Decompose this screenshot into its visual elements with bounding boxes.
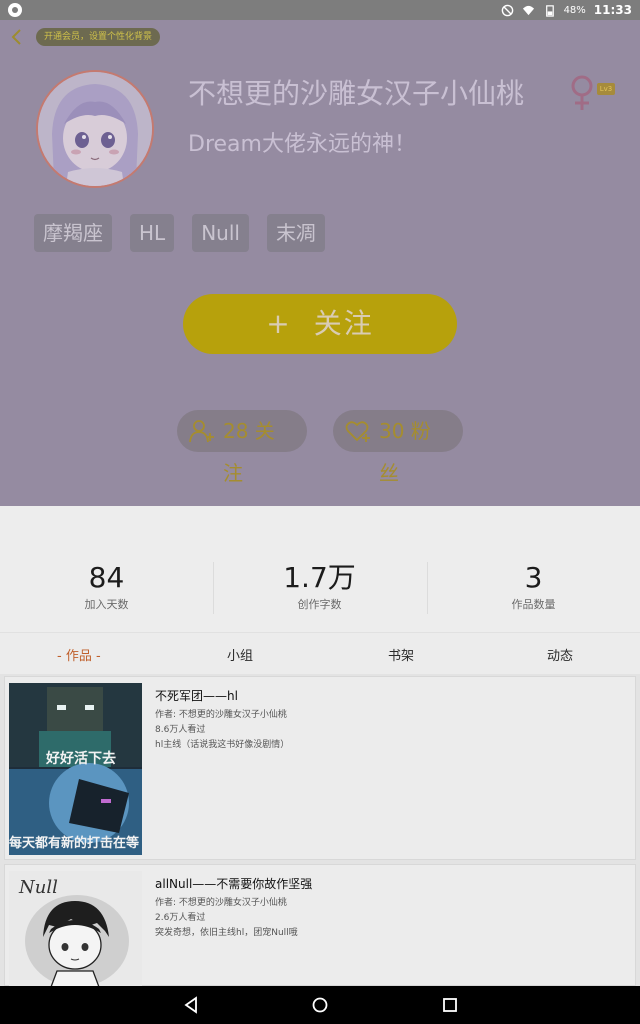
cover-caption: Null [18, 877, 58, 898]
tab-groups[interactable]: 小组 [227, 645, 253, 664]
tab-bookshelf[interactable]: 书架 [388, 645, 414, 664]
plus-icon: + [266, 307, 292, 340]
work-description: hl主线（话说我这书好像没剧情） [155, 740, 290, 750]
following-count-button[interactable]: 28 关注 [177, 410, 307, 485]
app-notification-icon [8, 3, 22, 17]
stat-value: 1.7万 [283, 561, 356, 594]
stat-value: 84 [88, 561, 125, 594]
work-description: 突发奇想，依旧主线hl，团宠Null哦 [155, 928, 298, 938]
avatar-illustration [38, 72, 152, 186]
tag-item: HL [130, 214, 175, 252]
following-count: 28 关注 [223, 419, 275, 485]
stat-label: 加入天数 [84, 598, 129, 611]
follow-label: 关注 [313, 307, 374, 340]
cover-caption-bottom: 每天都有新的打击在等 [9, 835, 139, 851]
clock: 11:33 [593, 3, 632, 17]
work-views: 2.6万人看过 [155, 913, 206, 923]
battery-level: 48% [563, 4, 586, 16]
fans-count: 30 粉丝 [379, 419, 431, 485]
tag-item: Null [192, 214, 249, 252]
system-navigation-bar [0, 986, 640, 1024]
vip-background-prompt[interactable]: 开通会员，设置个性化背景 [36, 28, 161, 46]
nickname: 不想更的沙雕女汉子小仙桃 [188, 77, 525, 110]
profile-header: 开通会员，设置个性化背景 不想更的沙雕女汉子小仙桃 Lv3 Dream大佬永远的… [0, 20, 640, 506]
female-gender-icon [571, 75, 593, 110]
status-bar: 48% 11:33 [0, 0, 640, 20]
list-item[interactable]: 好好活下去 每天都有新的打击在等 不死军团——hl 作者: 不想更的沙雕女汉子小… [4, 676, 636, 860]
level-badge: Lv3 [597, 83, 615, 95]
work-cover: 好好活下去 每天都有新的打击在等 [9, 683, 142, 855]
heart-add-icon [345, 421, 370, 442]
stat-label: 创作字数 [297, 598, 342, 611]
list-item[interactable]: Null allNull——不需要你故作坚强 作者: 不想更的沙雕女汉子小仙桃 … [4, 864, 636, 987]
tab-works[interactable]: - 作品 - [57, 645, 101, 664]
stat-works-count: 3 作品数量 [427, 560, 640, 612]
back-arrow-icon[interactable] [8, 28, 26, 46]
stat-word-count: 1.7万 创作字数 [213, 560, 426, 612]
recents-square-icon[interactable] [441, 996, 459, 1014]
avatar[interactable] [36, 70, 154, 188]
signature: Dream大佬永远的神！ [188, 132, 416, 157]
stats-panel: 84 加入天数 1.7万 创作字数 3 作品数量 [0, 506, 640, 632]
do-not-disturb-icon [501, 4, 513, 16]
tag-item: 摩羯座 [34, 214, 112, 252]
home-circle-icon[interactable] [311, 996, 329, 1014]
work-cover: Null [9, 871, 142, 987]
work-title: allNull——不需要你故作坚强 [155, 877, 313, 891]
tag-list: 摩羯座 HL Null 末凋 [34, 214, 325, 252]
cover-illustration: Null [9, 871, 142, 987]
tab-activity[interactable]: 动态 [547, 645, 573, 664]
profile-tabs: - 作品 - 小组 书架 动态 [0, 632, 640, 674]
work-views: 8.6万人看过 [155, 725, 206, 735]
tag-item: 末凋 [266, 214, 325, 252]
cover-illustration: 好好活下去 每天都有新的打击在等 [9, 683, 142, 855]
work-author: 作者: 不想更的沙雕女汉子小仙桃 [155, 898, 287, 908]
follow-button[interactable]: + 关注 [183, 294, 457, 354]
cover-caption-top: 好好活下去 [45, 750, 116, 767]
stat-label: 作品数量 [511, 598, 556, 611]
work-title: 不死军团——hl [155, 689, 238, 703]
battery-icon [545, 4, 554, 17]
fans-count-button[interactable]: 30 粉丝 [333, 410, 463, 485]
work-author: 作者: 不想更的沙雕女汉子小仙桃 [155, 710, 287, 720]
stat-value: 3 [524, 561, 543, 594]
user-add-icon [189, 420, 214, 443]
stat-join-days: 84 加入天数 [0, 560, 213, 612]
back-triangle-icon[interactable] [182, 996, 200, 1014]
works-list: 好好活下去 每天都有新的打击在等 不死军团——hl 作者: 不想更的沙雕女汉子小… [0, 674, 640, 987]
wifi-icon [522, 5, 534, 15]
